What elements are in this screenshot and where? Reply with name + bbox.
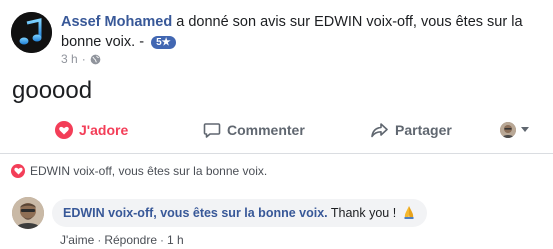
folded-hands-icon	[404, 206, 414, 219]
comment-button[interactable]: Commenter	[203, 113, 305, 147]
comment-reply-link[interactable]: Répondre	[104, 233, 157, 247]
chevron-down-icon	[521, 127, 529, 132]
separator: -	[139, 34, 145, 50]
comment-label: Commenter	[227, 122, 305, 138]
review-post: Assef Mohamed a donné son avis sur EDWIN…	[0, 0, 553, 249]
commenter-avatar[interactable]	[12, 197, 44, 229]
meta-dot: ·	[97, 233, 102, 247]
rating-badge: 5★	[151, 36, 176, 49]
speech-bubble-icon	[203, 123, 221, 138]
comment-meta: J'aime · Répondre · 1 h	[60, 232, 184, 248]
post-body: gooood	[12, 77, 93, 104]
heart-icon	[11, 164, 25, 178]
post-meta: 3 h ·	[61, 51, 101, 67]
author-name[interactable]: Assef Mohamed	[61, 14, 172, 30]
comment-text: Thank you !	[330, 206, 397, 220]
comment-like-link[interactable]: J'aime	[60, 233, 94, 247]
post-time[interactable]: 3 h	[61, 51, 78, 67]
page-love-text[interactable]: EDWIN voix-off, vous êtes sur la bonne v…	[30, 163, 267, 179]
music-note-icon	[11, 12, 52, 53]
comment-time[interactable]: 1 h	[167, 233, 184, 247]
share-arrow-icon	[371, 123, 388, 138]
post-as-selector[interactable]	[500, 113, 535, 147]
action-bar: J'adore Commenter Partager	[0, 113, 553, 147]
love-button[interactable]: J'adore	[55, 113, 128, 147]
author-avatar[interactable]	[11, 12, 52, 53]
meta-dot: ·	[160, 233, 165, 247]
viewer-avatar	[500, 122, 516, 138]
share-label: Partager	[395, 122, 452, 138]
share-button[interactable]: Partager	[370, 113, 452, 147]
divider	[0, 153, 553, 154]
action-text: a donné son avis sur	[176, 14, 311, 30]
post-header: Assef Mohamed a donné son avis sur EDWIN…	[61, 12, 541, 52]
globe-icon	[90, 54, 101, 64]
comment-bubble: EDWIN voix-off, vous êtes sur la bonne v…	[52, 199, 427, 227]
meta-dot: ·	[81, 52, 86, 66]
heart-icon	[55, 121, 73, 139]
comment-author[interactable]: EDWIN voix-off, vous êtes sur la bonne v…	[63, 206, 328, 220]
page-love-line: EDWIN voix-off, vous êtes sur la bonne v…	[11, 163, 267, 179]
love-label: J'adore	[79, 122, 129, 138]
